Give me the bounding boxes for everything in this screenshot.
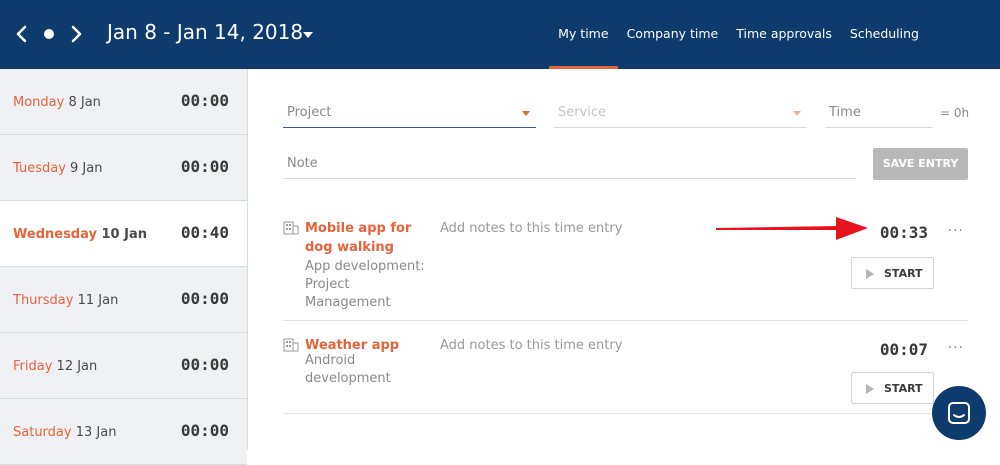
start-timer-button[interactable]: START [851,257,934,289]
chevron-down-icon [522,111,530,116]
chat-icon [948,402,970,424]
day-total: 00:00 [180,91,229,110]
day-name: Thursday 11 Jan [13,293,118,308]
main-tabs: My time Company time Time approvals Sche… [549,0,928,69]
entry-notes-input[interactable]: Add notes to this time entry [440,221,622,236]
day-name: Friday 12 Jan [13,359,97,374]
day-label: Wednesday [13,227,97,242]
tab-time-approvals[interactable]: Time approvals [727,0,841,69]
building-icon [283,338,299,352]
day-label: Thursday [13,293,74,308]
save-entry-button[interactable]: SAVE ENTRY [873,148,968,180]
day-item-tuesday[interactable]: Tuesday 9 Jan 00:00 [0,135,247,201]
day-total: 00:40 [180,223,229,242]
more-options-icon[interactable]: ··· [948,223,964,239]
top-navigation-bar: Jan 8 - Jan 14, 2018 My time Company tim… [0,0,1000,69]
more-options-icon[interactable]: ··· [948,340,964,356]
day-date: 12 Jan [56,359,98,374]
day-sidebar: Monday 8 Jan 00:00 Tuesday 9 Jan 00:00 W… [0,69,248,465]
current-week-dot-icon[interactable] [44,29,54,39]
start-label: START [884,382,923,395]
day-label: Saturday [13,425,72,440]
chevron-down-icon[interactable] [303,32,313,38]
chat-widget-button[interactable] [932,386,986,440]
start-timer-button[interactable]: START [851,372,934,404]
time-input[interactable]: Time [825,100,932,128]
tab-company-time[interactable]: Company time [618,0,728,69]
play-icon [866,384,874,394]
day-date: 10 Jan [101,227,147,242]
project-select[interactable]: Project [283,100,536,128]
day-name: Tuesday 9 Jan [13,161,102,176]
day-total: 00:00 [180,421,229,440]
entry-duration[interactable]: 00:07 [880,340,928,359]
day-date: 13 Jan [75,425,117,440]
entry-notes-input[interactable]: Add notes to this time entry [440,338,622,353]
day-item-monday[interactable]: Monday 8 Jan 00:00 [0,69,247,135]
time-total-readout: = 0h [940,106,970,120]
tab-scheduling[interactable]: Scheduling [841,0,928,69]
date-range-selector[interactable]: Jan 8 - Jan 14, 2018 [107,20,303,44]
building-icon [283,221,299,235]
entry-duration[interactable]: 00:33 [880,223,928,242]
project-placeholder: Project [287,105,332,120]
service-placeholder: Service [558,105,607,120]
day-label: Monday [13,95,65,110]
day-name: Wednesday 10 Jan [13,227,147,242]
tab-my-time[interactable]: My time [549,0,618,69]
day-total: 00:00 [180,289,229,308]
play-icon [866,269,874,279]
annotation-arrow-icon [716,217,868,240]
start-label: START [884,267,923,280]
service-name: App development: Project Management [305,259,425,310]
chevron-down-icon [793,111,801,116]
time-placeholder: Time [829,105,861,120]
project-name-link[interactable]: Mobile app for dog walking [305,219,430,257]
previous-week-icon[interactable] [12,22,32,46]
day-name: Saturday 13 Jan [13,425,116,440]
day-item-saturday[interactable]: Saturday 13 Jan 00:00 [0,399,247,465]
day-label: Tuesday [13,161,66,176]
day-label: Friday [13,359,53,374]
note-placeholder: Note [287,156,318,171]
day-date: 9 Jan [70,161,103,176]
day-total: 00:00 [180,355,229,374]
service-name: Android development [305,353,391,386]
day-date: 8 Jan [68,95,101,110]
next-week-icon[interactable] [66,22,86,46]
day-item-thursday[interactable]: Thursday 11 Jan 00:00 [0,267,247,333]
day-item-wednesday[interactable]: Wednesday 10 Jan 00:40 [0,201,247,267]
day-total: 00:00 [180,157,229,176]
service-select[interactable]: Service [554,100,807,128]
day-date: 11 Jan [77,293,119,308]
note-input[interactable]: Note [283,151,856,179]
day-item-friday[interactable]: Friday 12 Jan 00:00 [0,333,247,399]
time-entry-row: Weather app Android development Add note… [283,322,968,414]
day-name: Monday 8 Jan [13,95,101,110]
